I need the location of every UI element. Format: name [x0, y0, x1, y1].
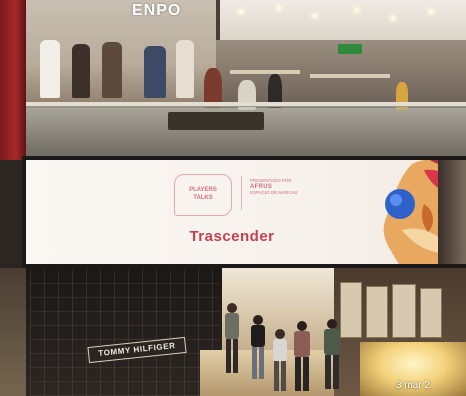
mannequin [40, 40, 60, 98]
walker [251, 315, 265, 379]
ceiling-light [277, 6, 281, 10]
date-watermark: 3 mar 2 [396, 380, 430, 391]
ceiling-light [313, 14, 317, 18]
walker [294, 321, 310, 391]
players-talks-logo: PLAYERS TALKS [174, 174, 232, 216]
display-shelf [420, 288, 442, 338]
walker [225, 303, 239, 373]
ceiling-light [429, 10, 433, 14]
adjacent-billboard [438, 160, 466, 264]
shelf [310, 74, 390, 78]
logo-line-1: PLAYERS [189, 187, 217, 193]
shelf [230, 70, 300, 74]
bench [168, 112, 264, 130]
ceiling-light [391, 16, 395, 20]
upper-storefront: ENPO [26, 0, 220, 108]
ceiling-light [239, 10, 243, 14]
ceiling [215, 0, 466, 40]
green-exit-sign [338, 44, 362, 54]
walker [324, 319, 340, 389]
mannequin [72, 44, 90, 98]
partner-sub-text: ESPACIO DE MARCAS [250, 190, 298, 195]
storefront-lattice [30, 270, 220, 396]
walking-people [225, 303, 340, 391]
red-pillar [0, 0, 26, 160]
display-shelf [366, 286, 388, 338]
mall-photo: ENPO PLAYERS TALKS PRESENTADO POR AFRUS … [0, 0, 466, 396]
mannequin [176, 40, 194, 98]
logo-divider [241, 176, 242, 210]
mannequin [102, 42, 122, 98]
upper-store-sign: ENPO [132, 2, 182, 19]
ceiling-light [355, 8, 359, 12]
walker [273, 329, 287, 391]
partner-logo: PRESENTADO POR AFRUS ESPACIO DE MARCAS [250, 178, 314, 196]
abstract-art-graphic [383, 160, 438, 264]
display-shelf [392, 284, 416, 338]
led-billboard: PLAYERS TALKS PRESENTADO POR AFRUS ESPAC… [26, 160, 438, 264]
logo-line-2: TALKS [193, 195, 213, 201]
mannequin [144, 46, 166, 98]
